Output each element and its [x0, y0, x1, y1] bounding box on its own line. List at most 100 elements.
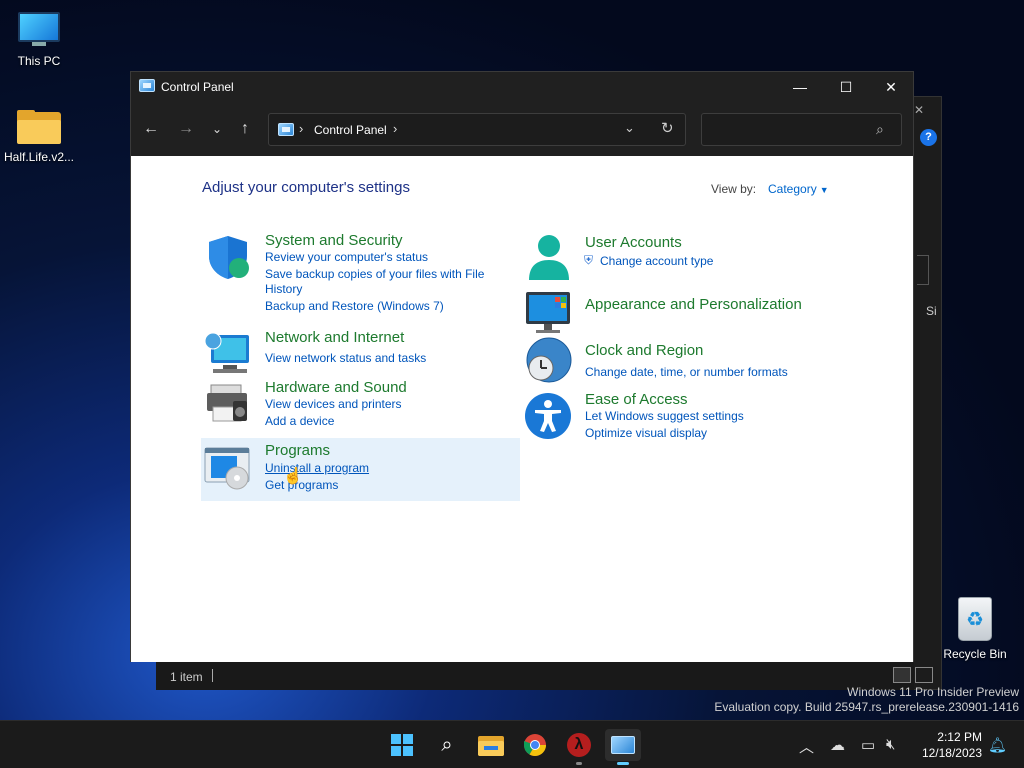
user-icon [529, 235, 569, 280]
category-ease-of-access: Ease of Access Let Windows suggest setti… [523, 391, 843, 441]
category-title[interactable]: Appearance and Personalization [585, 296, 802, 313]
clock-date: 12/18/2023 [921, 746, 982, 760]
display-icon[interactable]: ▭ [861, 736, 875, 754]
link-save-backup[interactable]: Save backup copies of your files with Fi… [265, 267, 484, 282]
link-save-backup-cont[interactable]: History [265, 282, 302, 297]
breadcrumb-separator: › [299, 121, 304, 136]
folder-icon [17, 110, 61, 144]
half-life-button[interactable]: λ [561, 729, 597, 765]
category-title[interactable]: Ease of Access [585, 391, 688, 408]
recent-locations-chevron-icon[interactable]: ⌄ [205, 118, 229, 142]
link-date-time-formats[interactable]: Change date, time, or number formats [585, 365, 788, 380]
category-title[interactable]: Programs [265, 442, 330, 459]
category-clock-and-region: Clock and Region Change date, time, or n… [523, 336, 843, 388]
category-appearance-personalization: Appearance and Personalization [523, 288, 843, 336]
watermark-line-1: Windows 11 Pro Insider Preview [847, 685, 1019, 699]
view-by-value: Category [768, 182, 817, 196]
address-bar[interactable]: › Control Panel › ⌄ ↻ [268, 113, 686, 146]
display-icon [526, 292, 570, 333]
desktop-icon-half-life[interactable]: Half.Life.v2... [0, 110, 78, 164]
show-hidden-icons-chevron[interactable]: ︿ [799, 736, 814, 757]
dropdown-arrow-icon: ▼ [819, 185, 829, 195]
up-arrow-icon[interactable]: ↑ [233, 118, 257, 142]
window-title: Control Panel [161, 80, 234, 94]
view-by-dropdown[interactable]: Category ▼ [768, 182, 829, 196]
clock[interactable]: 2:12 PM 12/18/2023 [912, 729, 982, 761]
chrome-button[interactable] [517, 729, 553, 761]
start-button[interactable] [384, 729, 420, 761]
search-box[interactable]: ⌕ [701, 113, 902, 146]
control-panel-icon [139, 79, 155, 92]
category-title[interactable]: User Accounts [585, 234, 682, 251]
programs-icon [204, 447, 250, 490]
desktop-icon-label: Recycle Bin [943, 647, 1007, 661]
category-title[interactable]: Network and Internet [265, 329, 404, 346]
network-icon[interactable]: ☁ [830, 736, 845, 754]
desktop-icon-this-pc[interactable]: This PC [0, 12, 78, 68]
large-icons-view-icon[interactable] [915, 667, 933, 683]
control-panel-icon [278, 123, 294, 136]
accessibility-icon [525, 393, 571, 439]
content-area: Adjust your computer's settings View by:… [131, 156, 913, 662]
close-icon[interactable]: ✕ [914, 103, 924, 117]
item-count: 1 item [170, 670, 203, 684]
forward-arrow-icon[interactable]: → [174, 118, 198, 142]
printer-icon [207, 384, 247, 422]
address-dropdown-chevron-icon[interactable]: ⌄ [624, 120, 635, 136]
category-title[interactable]: Hardware and Sound [265, 379, 407, 396]
search-icon: ⌕ [441, 734, 453, 756]
uac-shield-icon: ⛨ [584, 253, 594, 267]
link-review-status[interactable]: Review your computer's status [265, 250, 428, 265]
link-change-account-type[interactable]: Change account type [600, 254, 713, 269]
desktop-icon-recycle-bin[interactable]: ♻ Recycle Bin [936, 597, 1014, 661]
category-user-accounts: User Accounts ⛨ Change account type [523, 232, 843, 284]
search-icon[interactable]: ⌕ [876, 121, 884, 138]
refresh-icon[interactable]: ↻ [661, 119, 674, 137]
page-heading: Adjust your computer's settings [202, 179, 410, 196]
folder-icon [478, 736, 504, 756]
title-bar[interactable]: Control Panel — ☐ ✕ [131, 72, 913, 102]
chrome-icon [524, 734, 546, 756]
hand-cursor-icon: ☝ [283, 468, 303, 485]
clock-globe-icon [526, 337, 572, 383]
active-indicator [617, 762, 629, 765]
link-network-status[interactable]: View network status and tasks [265, 351, 426, 366]
desktop-icon-label: Half.Life.v2... [3, 150, 75, 164]
breadcrumb-separator[interactable]: › [393, 121, 397, 136]
notification-bell-icon[interactable]: 🔔︎ [988, 736, 1007, 754]
desktop-icon-label: This PC [17, 54, 61, 68]
help-icon[interactable]: ? [920, 129, 937, 146]
category-title[interactable]: System and Security [265, 232, 403, 249]
category-title[interactable]: Clock and Region [585, 342, 703, 359]
status-divider [212, 669, 213, 682]
control-panel-icon [611, 736, 635, 754]
recycle-bin-icon: ♻ [958, 597, 992, 641]
category-hardware-and-sound: Hardware and Sound View devices and prin… [203, 379, 523, 429]
link-uninstall-program[interactable]: Uninstall a program [265, 461, 369, 476]
clock-time: 2:12 PM [937, 730, 982, 744]
minimize-button[interactable]: — [777, 72, 823, 102]
link-backup-restore[interactable]: Backup and Restore (Windows 7) [265, 299, 444, 314]
maximize-button[interactable]: ☐ [823, 72, 869, 102]
windows-logo-icon [391, 734, 413, 756]
background-window[interactable] [912, 96, 942, 690]
link-add-device[interactable]: Add a device [265, 414, 334, 429]
details-view-icon[interactable] [893, 667, 911, 683]
file-explorer-button[interactable] [473, 729, 509, 761]
breadcrumb-control-panel[interactable]: Control Panel [314, 123, 387, 137]
globe-network-icon [204, 332, 249, 373]
back-arrow-icon[interactable]: ← [139, 118, 163, 142]
link-windows-suggest-settings[interactable]: Let Windows suggest settings [585, 409, 744, 424]
category-network-and-internet: Network and Internet View network status… [203, 329, 523, 377]
background-window-field [917, 255, 929, 285]
close-button[interactable]: ✕ [868, 72, 914, 102]
link-optimize-visual-display[interactable]: Optimize visual display [585, 426, 707, 441]
link-devices-printers[interactable]: View devices and printers [265, 397, 402, 412]
half-life-lambda-icon: λ [567, 733, 591, 757]
shield-icon [209, 236, 249, 279]
search-taskbar-button[interactable]: ⌕ [429, 729, 465, 761]
volume-muted-icon[interactable]: 🔇︎ [886, 736, 895, 753]
watermark-line-2: Evaluation copy. Build 25947.rs_prerelea… [714, 700, 1019, 714]
control-panel-taskbar-button[interactable] [605, 729, 641, 765]
search-input[interactable] [708, 120, 868, 140]
